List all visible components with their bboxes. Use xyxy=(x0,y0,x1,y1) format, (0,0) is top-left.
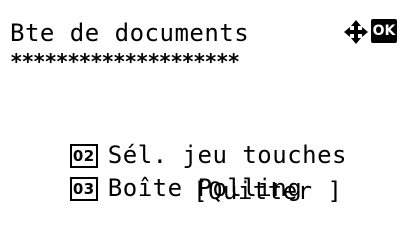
four-way-arrows-icon xyxy=(344,20,368,44)
ok-key-icon[interactable]: OK xyxy=(371,19,397,43)
quit-softkey[interactable]: [Quitter ] xyxy=(193,176,343,206)
screen-title: Bte de documents xyxy=(10,19,250,47)
separator-stars: ******************** xyxy=(10,50,240,74)
menu-item-number-badge: 03 xyxy=(69,177,98,201)
lcd-screen: Bte de documents OK ********************… xyxy=(0,0,415,223)
